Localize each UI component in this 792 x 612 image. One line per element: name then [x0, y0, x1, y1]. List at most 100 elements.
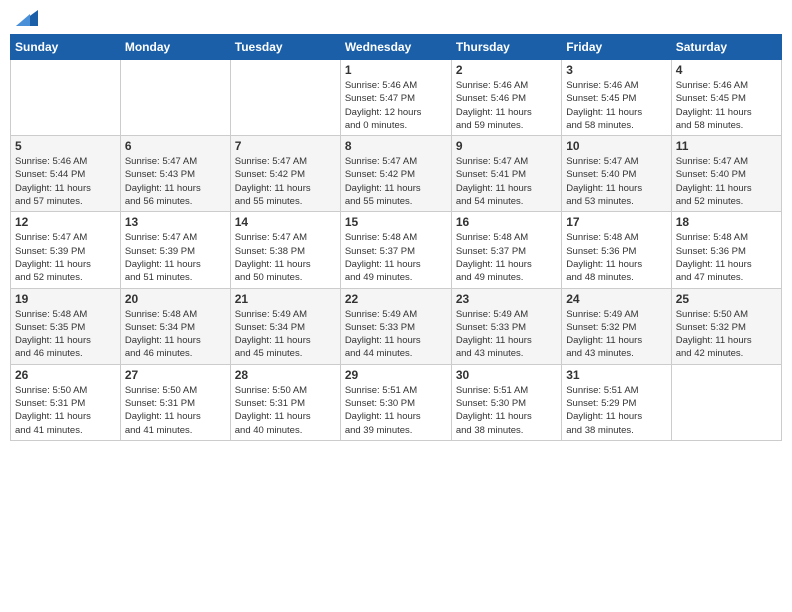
- cell-info: Daylight: 11 hours: [235, 182, 336, 195]
- day-number: 27: [125, 368, 226, 382]
- calendar-cell: 12Sunrise: 5:47 AMSunset: 5:39 PMDayligh…: [11, 212, 121, 288]
- cell-info: and 55 minutes.: [235, 195, 336, 208]
- calendar-cell: 1Sunrise: 5:46 AMSunset: 5:47 PMDaylight…: [340, 60, 451, 136]
- calendar-cell: 3Sunrise: 5:46 AMSunset: 5:45 PMDaylight…: [562, 60, 671, 136]
- weekday-header-saturday: Saturday: [671, 35, 781, 60]
- calendar-cell: 18Sunrise: 5:48 AMSunset: 5:36 PMDayligh…: [671, 212, 781, 288]
- cell-info: Daylight: 11 hours: [456, 106, 557, 119]
- cell-info: Sunset: 5:31 PM: [125, 397, 226, 410]
- calendar-cell: 9Sunrise: 5:47 AMSunset: 5:41 PMDaylight…: [451, 136, 561, 212]
- calendar-cell: 15Sunrise: 5:48 AMSunset: 5:37 PMDayligh…: [340, 212, 451, 288]
- cell-info: Sunrise: 5:50 AM: [676, 308, 777, 321]
- cell-info: Sunset: 5:34 PM: [125, 321, 226, 334]
- cell-info: Sunrise: 5:50 AM: [15, 384, 116, 397]
- calendar-cell: 30Sunrise: 5:51 AMSunset: 5:30 PMDayligh…: [451, 364, 561, 440]
- calendar-cell: 31Sunrise: 5:51 AMSunset: 5:29 PMDayligh…: [562, 364, 671, 440]
- week-row-5: 26Sunrise: 5:50 AMSunset: 5:31 PMDayligh…: [11, 364, 782, 440]
- cell-info: Daylight: 11 hours: [566, 182, 666, 195]
- day-number: 30: [456, 368, 557, 382]
- cell-info: and 59 minutes.: [456, 119, 557, 132]
- day-number: 22: [345, 292, 447, 306]
- cell-info: Sunrise: 5:48 AM: [676, 231, 777, 244]
- cell-info: Sunset: 5:47 PM: [345, 92, 447, 105]
- cell-info: Sunset: 5:31 PM: [15, 397, 116, 410]
- calendar-cell: 20Sunrise: 5:48 AMSunset: 5:34 PMDayligh…: [120, 288, 230, 364]
- cell-info: Sunrise: 5:47 AM: [125, 155, 226, 168]
- cell-info: Sunrise: 5:47 AM: [235, 231, 336, 244]
- day-number: 28: [235, 368, 336, 382]
- day-number: 31: [566, 368, 666, 382]
- cell-info: Sunrise: 5:49 AM: [235, 308, 336, 321]
- calendar-cell: 22Sunrise: 5:49 AMSunset: 5:33 PMDayligh…: [340, 288, 451, 364]
- cell-info: and 54 minutes.: [456, 195, 557, 208]
- cell-info: Sunrise: 5:46 AM: [456, 79, 557, 92]
- calendar-cell: 26Sunrise: 5:50 AMSunset: 5:31 PMDayligh…: [11, 364, 121, 440]
- cell-info: Daylight: 11 hours: [15, 334, 116, 347]
- calendar-cell: 28Sunrise: 5:50 AMSunset: 5:31 PMDayligh…: [230, 364, 340, 440]
- day-number: 9: [456, 139, 557, 153]
- cell-info: Sunset: 5:37 PM: [456, 245, 557, 258]
- day-number: 14: [235, 215, 336, 229]
- cell-info: Sunrise: 5:48 AM: [345, 231, 447, 244]
- day-number: 16: [456, 215, 557, 229]
- cell-info: Daylight: 11 hours: [15, 182, 116, 195]
- cell-info: Sunset: 5:40 PM: [566, 168, 666, 181]
- cell-info: and 0 minutes.: [345, 119, 447, 132]
- cell-info: Sunset: 5:35 PM: [15, 321, 116, 334]
- calendar-cell: 10Sunrise: 5:47 AMSunset: 5:40 PMDayligh…: [562, 136, 671, 212]
- cell-info: Daylight: 11 hours: [676, 182, 777, 195]
- calendar-cell: 11Sunrise: 5:47 AMSunset: 5:40 PMDayligh…: [671, 136, 781, 212]
- cell-info: and 43 minutes.: [456, 347, 557, 360]
- cell-info: Sunset: 5:46 PM: [456, 92, 557, 105]
- cell-info: Sunset: 5:32 PM: [566, 321, 666, 334]
- cell-info: Daylight: 11 hours: [676, 258, 777, 271]
- week-row-2: 5Sunrise: 5:46 AMSunset: 5:44 PMDaylight…: [11, 136, 782, 212]
- cell-info: Daylight: 12 hours: [345, 106, 447, 119]
- cell-info: Sunset: 5:45 PM: [676, 92, 777, 105]
- page-header: [10, 10, 782, 26]
- calendar-cell: 6Sunrise: 5:47 AMSunset: 5:43 PMDaylight…: [120, 136, 230, 212]
- cell-info: Daylight: 11 hours: [566, 106, 666, 119]
- cell-info: and 41 minutes.: [15, 424, 116, 437]
- calendar-cell: [671, 364, 781, 440]
- cell-info: and 45 minutes.: [235, 347, 336, 360]
- cell-info: Daylight: 11 hours: [15, 410, 116, 423]
- cell-info: Sunset: 5:44 PM: [15, 168, 116, 181]
- cell-info: Daylight: 11 hours: [566, 334, 666, 347]
- cell-info: and 53 minutes.: [566, 195, 666, 208]
- calendar-cell: 16Sunrise: 5:48 AMSunset: 5:37 PMDayligh…: [451, 212, 561, 288]
- cell-info: Sunrise: 5:50 AM: [125, 384, 226, 397]
- day-number: 7: [235, 139, 336, 153]
- calendar-cell: 27Sunrise: 5:50 AMSunset: 5:31 PMDayligh…: [120, 364, 230, 440]
- cell-info: and 46 minutes.: [15, 347, 116, 360]
- calendar-cell: 24Sunrise: 5:49 AMSunset: 5:32 PMDayligh…: [562, 288, 671, 364]
- day-number: 15: [345, 215, 447, 229]
- cell-info: Sunrise: 5:48 AM: [566, 231, 666, 244]
- logo-icon: [16, 10, 38, 26]
- cell-info: Sunrise: 5:46 AM: [566, 79, 666, 92]
- cell-info: and 38 minutes.: [456, 424, 557, 437]
- cell-info: and 46 minutes.: [125, 347, 226, 360]
- weekday-header-row: SundayMondayTuesdayWednesdayThursdayFrid…: [11, 35, 782, 60]
- day-number: 19: [15, 292, 116, 306]
- cell-info: Sunset: 5:37 PM: [345, 245, 447, 258]
- day-number: 13: [125, 215, 226, 229]
- cell-info: and 56 minutes.: [125, 195, 226, 208]
- cell-info: and 58 minutes.: [566, 119, 666, 132]
- day-number: 20: [125, 292, 226, 306]
- cell-info: Daylight: 11 hours: [125, 182, 226, 195]
- day-number: 12: [15, 215, 116, 229]
- cell-info: Sunrise: 5:46 AM: [676, 79, 777, 92]
- cell-info: Sunrise: 5:51 AM: [456, 384, 557, 397]
- cell-info: Sunset: 5:40 PM: [676, 168, 777, 181]
- cell-info: Sunrise: 5:51 AM: [566, 384, 666, 397]
- cell-info: Sunset: 5:31 PM: [235, 397, 336, 410]
- cell-info: and 55 minutes.: [345, 195, 447, 208]
- cell-info: and 51 minutes.: [125, 271, 226, 284]
- cell-info: Sunset: 5:43 PM: [125, 168, 226, 181]
- weekday-header-tuesday: Tuesday: [230, 35, 340, 60]
- cell-info: Sunset: 5:29 PM: [566, 397, 666, 410]
- cell-info: Daylight: 11 hours: [125, 258, 226, 271]
- calendar-cell: [11, 60, 121, 136]
- week-row-4: 19Sunrise: 5:48 AMSunset: 5:35 PMDayligh…: [11, 288, 782, 364]
